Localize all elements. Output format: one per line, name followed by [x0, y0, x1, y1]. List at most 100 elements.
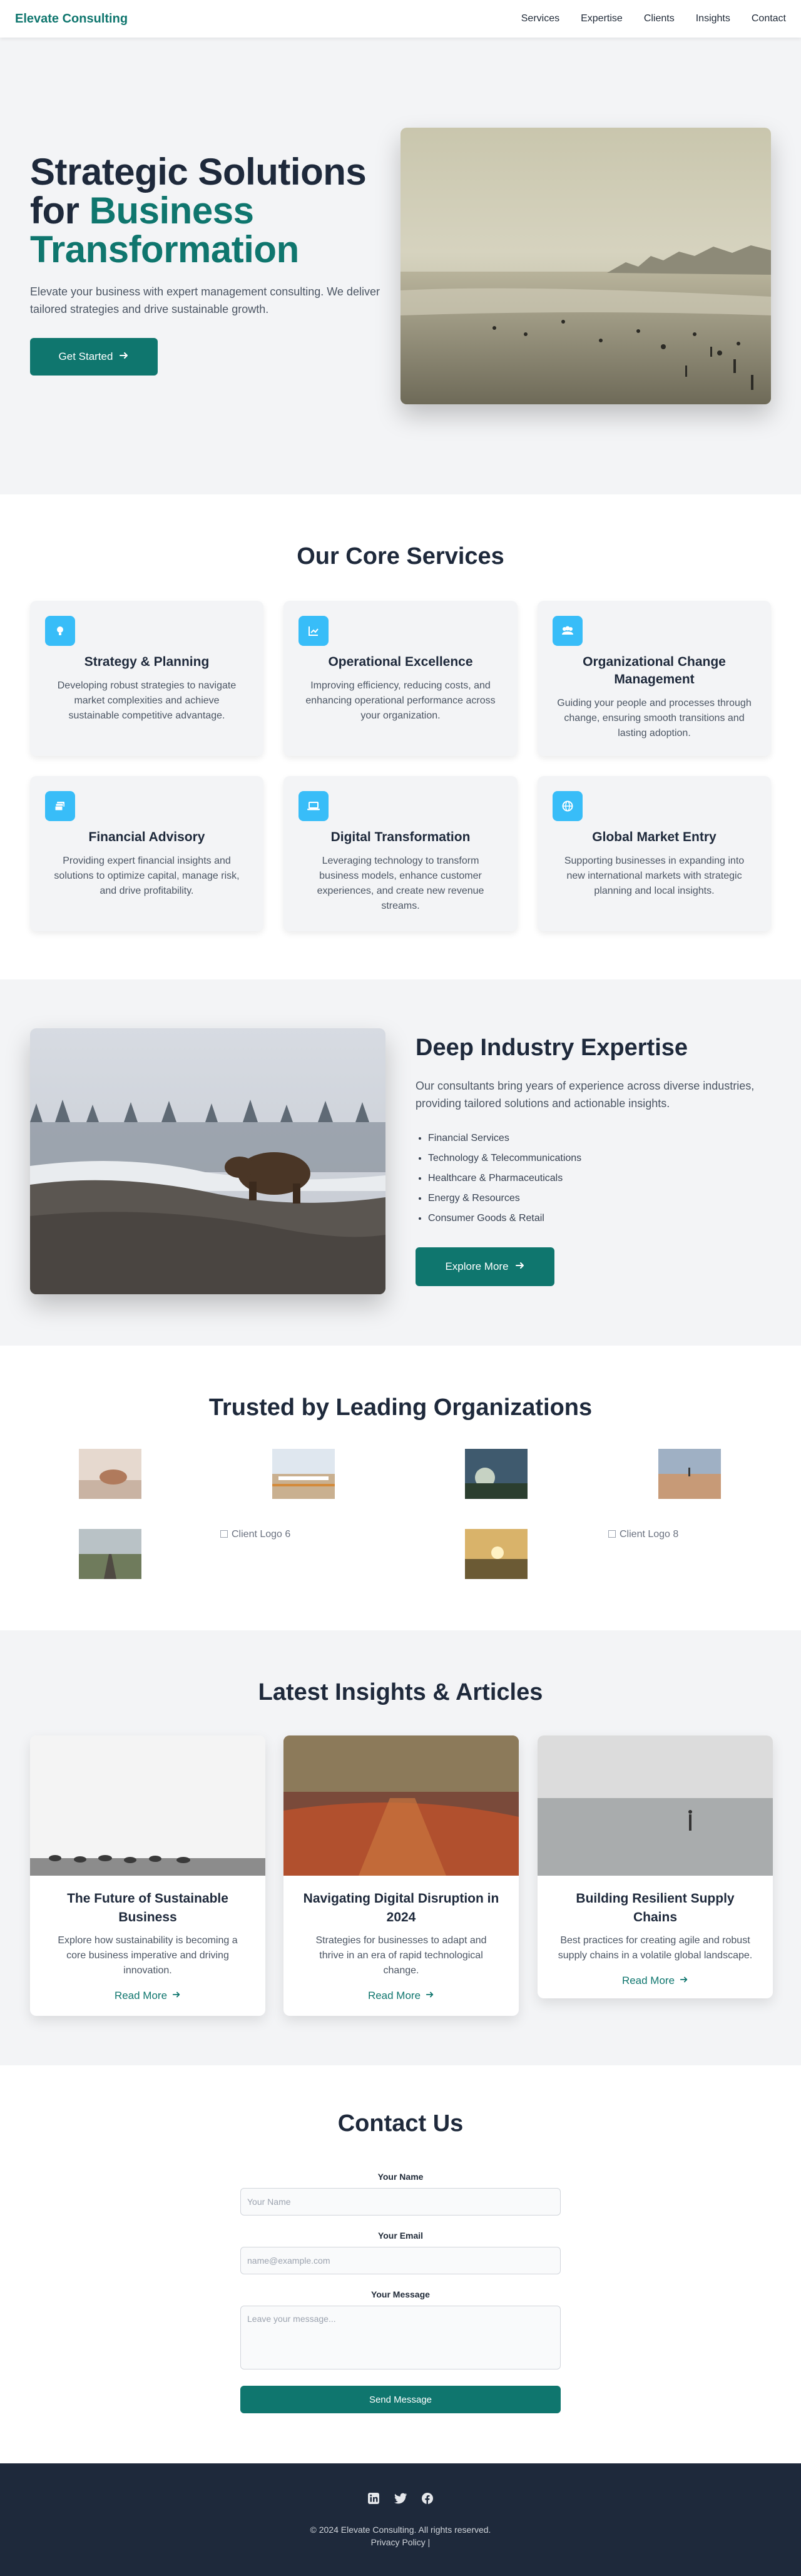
article-card-digital[interactable]: Navigating Digital Disruption in 2024 St…	[283, 1735, 519, 2016]
article-text: Strategies for businesses to adapt and t…	[315, 1935, 487, 1976]
name-label: Your Name	[377, 2172, 424, 2182]
email-input[interactable]: name@example.com	[240, 2247, 561, 2274]
insights-section: Latest Insights & Articles The Future of…	[0, 1630, 801, 2065]
services-title: Our Core Services	[297, 543, 504, 570]
read-more-link[interactable]: Read More	[368, 1990, 434, 2002]
client-logo-alt-text: Client Logo 8	[620, 1529, 679, 1540]
clients-title: Trusted by Leading Organizations	[208, 1394, 593, 1421]
article-card-supply[interactable]: Building Resilient Supply Chains Best pr…	[538, 1735, 773, 1998]
client-logo-3	[465, 1449, 528, 1499]
service-title: Global Market Entry	[592, 830, 717, 844]
service-title: Strategy & Planning	[84, 655, 210, 669]
list-item: Consumer Goods & Retail	[428, 1209, 581, 1229]
service-text: Providing expert financial insights and …	[54, 856, 240, 896]
broken-image-icon	[608, 1530, 616, 1538]
client-logo-2	[272, 1449, 335, 1499]
brand-logo[interactable]: Elevate Consulting	[15, 12, 128, 26]
nav-link-clients[interactable]: Clients	[644, 13, 675, 24]
explore-more-button[interactable]: Explore More	[416, 1247, 554, 1286]
list-item: Technology & Telecommunications	[428, 1148, 581, 1168]
message-textarea[interactable]: Leave your message...	[240, 2306, 561, 2369]
article-text: Explore how sustainability is becoming a…	[58, 1935, 238, 1976]
article-image	[283, 1735, 519, 1876]
email-label: Your Email	[377, 2231, 424, 2241]
arrow-right-icon	[680, 1975, 688, 1987]
service-card-global[interactable]: Global Market Entry Supporting businesse…	[538, 776, 771, 931]
read-more-link[interactable]: Read More	[622, 1975, 688, 1987]
laptop-icon	[298, 791, 329, 821]
hero-title-line1: Strategic Solutions	[30, 151, 367, 193]
service-card-financial[interactable]: Financial Advisory Providing expert fina…	[30, 776, 263, 931]
bear-image	[30, 1028, 385, 1294]
arrow-right-icon	[426, 1990, 434, 2002]
client-logo-8-broken: Client Logo 8	[608, 1529, 721, 1579]
hero-section: Strategic Solutions for Business Transfo…	[0, 38, 801, 494]
explore-more-label: Explore More	[445, 1260, 509, 1272]
arrow-right-icon	[172, 1990, 181, 2002]
expertise-subtitle: Our consultants bring years of experienc…	[416, 1080, 755, 1110]
article-title: The Future of Sustainable Business	[67, 1891, 228, 1924]
nav-links: Services Expertise Clients Insights Cont…	[521, 13, 786, 24]
send-message-button[interactable]: Send Message	[240, 2386, 561, 2413]
service-title: Financial Advisory	[88, 830, 205, 844]
hero-text: Strategic Solutions for Business Transfo…	[30, 153, 393, 318]
lightbulb-icon	[45, 616, 75, 646]
copyright-text: © 2024 Elevate Consulting. All rights re…	[310, 2525, 491, 2535]
footer: © 2024 Elevate Consulting. All rights re…	[0, 2463, 801, 2576]
top-navbar: Elevate Consulting Services Expertise Cl…	[0, 0, 801, 38]
nav-link-insights[interactable]: Insights	[696, 13, 730, 24]
services-section: Our Core Services Strategy & Planning De…	[0, 494, 801, 979]
nav-link-contact[interactable]: Contact	[752, 13, 786, 24]
client-logo-5	[79, 1529, 141, 1579]
service-card-digital[interactable]: Digital Transformation Leveraging techno…	[283, 776, 518, 931]
hero-beach-image	[400, 128, 771, 404]
article-image	[30, 1735, 265, 1876]
get-started-button[interactable]: Get Started	[30, 338, 158, 376]
service-text: Improving efficiency, reducing costs, an…	[305, 680, 496, 721]
name-input[interactable]: Your Name	[240, 2188, 561, 2216]
client-logo-6-broken: Client Logo 6	[220, 1529, 333, 1579]
article-card-sustainable[interactable]: The Future of Sustainable Business Explo…	[30, 1735, 265, 2016]
globe-icon	[553, 791, 583, 821]
service-title: Organizational Change Management	[583, 655, 726, 687]
hero-title: Strategic Solutions for Business Transfo…	[30, 153, 393, 269]
service-card-strategy[interactable]: Strategy & Planning Developing robust st…	[30, 601, 263, 756]
twitter-icon[interactable]	[394, 2492, 407, 2508]
article-title: Navigating Digital Disruption in 2024	[303, 1891, 499, 1924]
insights-title: Latest Insights & Articles	[258, 1679, 543, 1705]
get-started-label: Get Started	[58, 350, 113, 362]
message-label: Your Message	[371, 2289, 430, 2299]
users-icon	[553, 616, 583, 646]
service-card-change[interactable]: Organizational Change Management Guiding…	[538, 601, 771, 756]
article-text: Best practices for creating agile and ro…	[558, 1935, 753, 1961]
money-icon	[45, 791, 75, 821]
article-image	[538, 1735, 773, 1876]
nav-link-expertise[interactable]: Expertise	[581, 13, 623, 24]
service-text: Guiding your people and processes throug…	[557, 698, 752, 739]
article-title: Building Resilient Supply Chains	[576, 1891, 735, 1924]
arrow-right-icon	[515, 1260, 525, 1274]
clients-section: Trusted by Leading Organizations Client …	[0, 1346, 801, 1630]
service-title: Operational Excellence	[328, 655, 473, 669]
chart-line-icon	[298, 616, 329, 646]
contact-title: Contact Us	[337, 2110, 464, 2137]
industries-list: Financial Services Technology & Telecomm…	[428, 1128, 581, 1229]
facebook-icon[interactable]	[421, 2492, 434, 2508]
linkedin-icon[interactable]	[367, 2492, 380, 2508]
read-more-link[interactable]: Read More	[115, 1990, 181, 2002]
service-text: Developing robust strategies to navigate…	[57, 680, 237, 721]
service-title: Digital Transformation	[330, 830, 471, 844]
service-text: Leveraging technology to transform busin…	[317, 856, 484, 911]
client-logo-7	[465, 1529, 528, 1579]
privacy-policy-link[interactable]: Privacy Policy |	[0, 2537, 801, 2547]
expertise-title: Deep Industry Expertise	[416, 1035, 688, 1061]
social-links	[0, 2492, 801, 2508]
read-more-label: Read More	[114, 1990, 168, 2001]
hero-title-accent-2: Transformation	[30, 228, 299, 270]
nav-link-services[interactable]: Services	[521, 13, 559, 24]
client-logo-1	[79, 1449, 141, 1499]
hero-title-accent-1: Business	[89, 190, 254, 232]
list-item: Healthcare & Pharmaceuticals	[428, 1168, 581, 1188]
service-card-operational[interactable]: Operational Excellence Improving efficie…	[283, 601, 518, 756]
service-text: Supporting businesses in expanding into …	[564, 856, 745, 896]
